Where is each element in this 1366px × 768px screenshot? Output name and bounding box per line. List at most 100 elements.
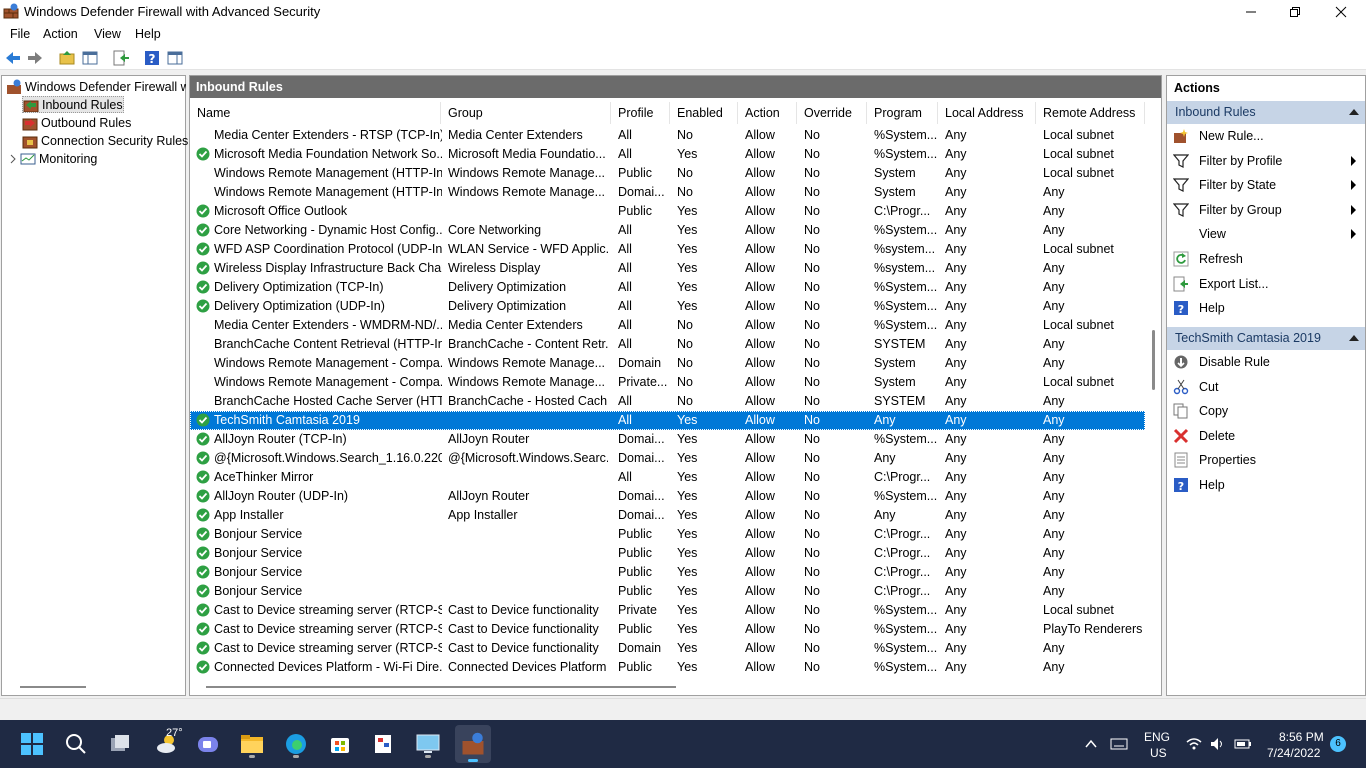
table-row[interactable]: Bonjour Service Public Yes Allow No C:\Progr.… — [190, 544, 1145, 563]
column-override[interactable]: Override — [797, 102, 867, 124]
table-row-selected[interactable]: TechSmith Camtasia 2019 All Yes Allow No Any A… — [190, 411, 1145, 430]
close-button[interactable] — [1318, 0, 1364, 23]
collapse-arrow-icon[interactable] — [1349, 109, 1359, 115]
table-row[interactable]: BranchCache Hosted Cache Server (HTTP...… — [190, 392, 1145, 411]
table-row[interactable]: Windows Remote Management (HTTP-In) Windo… — [190, 183, 1145, 202]
up-folder-icon[interactable] — [58, 49, 76, 67]
tree-item-inbound-rules[interactable]: Inbound Rules — [22, 96, 124, 113]
table-row[interactable]: AllJoyn Router (UDP-In) AllJoyn Router Dom… — [190, 487, 1145, 506]
teams-chat-button[interactable] — [193, 729, 223, 759]
tree-root-firewall[interactable]: Windows Defender Firewall wi — [6, 78, 186, 95]
export-list-icon[interactable] — [112, 49, 130, 67]
firewall-taskbar-button[interactable] — [455, 725, 491, 763]
table-row[interactable]: Windows Remote Management - Compa... Wind… — [190, 373, 1145, 392]
table-row[interactable]: AllJoyn Router (TCP-In) AllJoyn Router Dom… — [190, 430, 1145, 449]
action-refresh[interactable]: Refresh — [1167, 248, 1365, 270]
table-row[interactable]: Windows Remote Management - Compa... Wind… — [190, 354, 1145, 373]
expand-chevron-icon[interactable] — [8, 154, 18, 164]
column-enabled[interactable]: Enabled — [670, 102, 738, 124]
action-cut[interactable]: Cut — [1167, 376, 1365, 398]
search-button[interactable] — [61, 729, 91, 759]
keyboard-icon[interactable] — [1110, 737, 1128, 751]
tree-item-outbound-rules[interactable]: Outbound Rules — [22, 114, 131, 131]
show-hidden-icons-chevron-icon[interactable] — [1085, 738, 1097, 750]
clock-date[interactable]: 7/24/2022 — [1267, 746, 1320, 760]
table-row[interactable]: Delivery Optimization (TCP-In) Delivery O… — [190, 278, 1145, 297]
show-hide-tree-icon[interactable] — [81, 49, 99, 67]
table-row[interactable]: Cast to Device streaming server (RTCP-St… — [190, 620, 1145, 639]
forward-arrow-icon[interactable] — [26, 49, 44, 67]
action-properties[interactable]: Properties — [1167, 449, 1365, 471]
menu-action[interactable]: Action — [43, 27, 78, 41]
table-row[interactable]: BranchCache Content Retrieval (HTTP-In) B… — [190, 335, 1145, 354]
tree-item-connection-security-rules[interactable]: Connection Security Rules — [22, 132, 188, 149]
battery-icon[interactable] — [1234, 737, 1252, 751]
tree-horizontal-scrollbar[interactable] — [20, 686, 86, 688]
rules-horizontal-scrollbar[interactable] — [206, 686, 676, 688]
column-program[interactable]: Program — [867, 102, 938, 124]
help-icon[interactable]: ? — [143, 49, 161, 67]
menu-view[interactable]: View — [94, 27, 121, 41]
action-help[interactable]: ? Help — [1167, 474, 1365, 496]
table-row[interactable]: Cast to Device streaming server (RTCP-St… — [190, 601, 1145, 620]
menu-file[interactable]: File — [10, 27, 30, 41]
table-row[interactable]: Media Center Extenders - WMDRM-ND/... Med… — [190, 316, 1145, 335]
column-action[interactable]: Action — [738, 102, 797, 124]
menu-help[interactable]: Help — [135, 27, 161, 41]
column-local-address[interactable]: Local Address — [938, 102, 1036, 124]
action-disable-rule[interactable]: Disable Rule — [1167, 351, 1365, 373]
column-profile[interactable]: Profile — [611, 102, 670, 124]
wifi-icon[interactable] — [1186, 737, 1202, 751]
action-help[interactable]: ? Help — [1167, 297, 1365, 319]
remote-desktop-button[interactable] — [413, 729, 443, 759]
column-name[interactable]: Name — [190, 102, 441, 124]
edge-browser-button[interactable] — [281, 729, 311, 759]
language-indicator-bottom[interactable]: US — [1150, 746, 1167, 760]
show-hide-action-pane-icon[interactable] — [166, 49, 184, 67]
language-indicator-top[interactable]: ENG — [1144, 730, 1170, 744]
actions-section-inbound-rules[interactable]: Inbound Rules — [1167, 101, 1365, 124]
rules-vertical-scrollbar[interactable] — [1145, 102, 1161, 680]
action-filter-by-group[interactable]: Filter by Group — [1167, 199, 1365, 221]
table-row[interactable]: Wireless Display Infrastructure Back Cha… — [190, 259, 1145, 278]
table-row[interactable]: Bonjour Service Public Yes Allow No C:\Progr.… — [190, 582, 1145, 601]
table-row[interactable]: Bonjour Service Public Yes Allow No C:\Progr.… — [190, 525, 1145, 544]
action-new-rule[interactable]: New Rule... — [1167, 125, 1365, 147]
file-explorer-button[interactable] — [237, 729, 267, 759]
table-row[interactable]: Delivery Optimization (UDP-In) Delivery O… — [190, 297, 1145, 316]
clock-time[interactable]: 8:56 PM — [1279, 730, 1324, 744]
snipping-app-button[interactable] — [369, 729, 399, 759]
minimize-button[interactable] — [1228, 0, 1274, 23]
action-filter-by-state[interactable]: Filter by State — [1167, 174, 1365, 196]
restore-button[interactable] — [1272, 0, 1318, 23]
table-row[interactable]: AceThinker Mirror All Yes Allow No C:\Progr..… — [190, 468, 1145, 487]
table-row[interactable]: Microsoft Office Outlook Public Yes Allow No… — [190, 202, 1145, 221]
table-row[interactable]: Cast to Device streaming server (RTCP-St… — [190, 639, 1145, 658]
scrollbar-thumb[interactable] — [1152, 330, 1155, 390]
table-row[interactable]: Media Center Extenders - RTSP (TCP-In) Me… — [190, 126, 1145, 145]
weather-widget[interactable]: 27° — [149, 727, 185, 759]
table-row[interactable]: Connected Devices Platform - Wi-Fi Dire.… — [190, 658, 1145, 677]
column-remote-address[interactable]: Remote Address — [1036, 102, 1145, 124]
actions-section-selected-rule[interactable]: TechSmith Camtasia 2019 — [1167, 327, 1365, 350]
table-row[interactable]: WFD ASP Coordination Protocol (UDP-In) WL… — [190, 240, 1145, 259]
column-group[interactable]: Group — [441, 102, 611, 124]
collapse-arrow-icon[interactable] — [1349, 335, 1359, 341]
back-arrow-icon[interactable] — [4, 49, 22, 67]
tree-item-monitoring[interactable]: Monitoring — [8, 150, 97, 167]
start-button[interactable] — [17, 729, 47, 759]
action-copy[interactable]: Copy — [1167, 400, 1365, 422]
task-view-button[interactable] — [105, 729, 135, 759]
table-row[interactable]: Windows Remote Management (HTTP-In) Windo… — [190, 164, 1145, 183]
action-export-list[interactable]: Export List... — [1167, 273, 1365, 295]
action-filter-by-profile[interactable]: Filter by Profile — [1167, 150, 1365, 172]
microsoft-store-button[interactable] — [325, 729, 355, 759]
notification-badge[interactable]: 6 — [1330, 736, 1346, 752]
table-row[interactable]: App Installer App Installer Domai... Yes All… — [190, 506, 1145, 525]
table-row[interactable]: Microsoft Media Foundation Network So...… — [190, 145, 1145, 164]
table-row[interactable]: Bonjour Service Public Yes Allow No C:\Progr.… — [190, 563, 1145, 582]
action-delete[interactable]: Delete — [1167, 425, 1365, 447]
action-view[interactable]: View — [1167, 223, 1365, 245]
table-row[interactable]: Core Networking - Dynamic Host Config...… — [190, 221, 1145, 240]
volume-icon[interactable] — [1210, 737, 1226, 751]
